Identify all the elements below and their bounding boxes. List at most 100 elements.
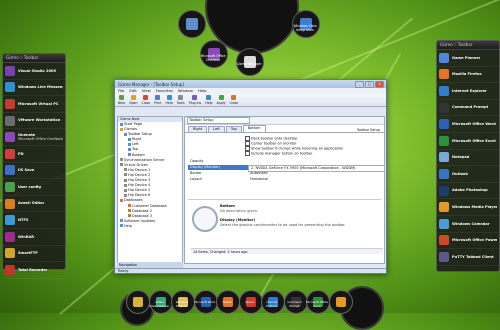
left-dock-item[interactable]: SmartFTP	[3, 246, 65, 263]
toolbar-button[interactable]: Undo	[230, 95, 238, 105]
right-dock-item[interactable]: Microsoft Office Excel	[437, 133, 499, 150]
left-dock-item[interactable]: Microsoft Virtual PC	[3, 96, 65, 113]
toolbar-button[interactable]: New	[118, 95, 125, 105]
bottom-dock-button[interactable]	[328, 290, 353, 314]
tree-node-label: Databases	[124, 198, 143, 203]
minimize-button[interactable]: _	[355, 81, 364, 88]
right-dock-item-title: Windows Calendar	[452, 221, 490, 226]
left-dock-item[interactable]: PD	[3, 146, 65, 163]
tree-node-icon	[128, 204, 131, 207]
toolbar-icon	[118, 95, 124, 100]
right-dock-item[interactable]: Microsoft Office Word 2007	[437, 116, 499, 133]
property-row[interactable]: Opacity	[188, 159, 381, 164]
toolbar-button[interactable]: Plug-ins	[189, 95, 201, 105]
virtual-pc-icon	[5, 98, 15, 109]
right-dock-item[interactable]: Mozilla Firefox	[437, 67, 499, 84]
left-dock-item[interactable]: Windows Live Messenger	[3, 80, 65, 97]
tree-node-icon	[128, 137, 131, 141]
toolbar-button[interactable]: Apply	[217, 95, 226, 105]
property-row[interactable]: Layout Horizontal	[188, 177, 381, 182]
tab-left[interactable]: Left	[208, 126, 225, 132]
left-dock-item[interactable]: Visual Studio 2005	[3, 63, 65, 80]
toolbar-button[interactable]: Open	[129, 95, 137, 105]
toolbar-icon	[218, 95, 224, 100]
toolbar-button[interactable]: Help	[205, 95, 213, 105]
tree-node[interactable]: Help	[118, 224, 182, 229]
left-dock-item[interactable]: WinRAR	[3, 229, 65, 246]
left-dock-item[interactable]: NTFS	[3, 212, 65, 229]
toolbar-button[interactable]: Help	[166, 95, 173, 105]
right-dock-item-title: Microsoft Office PowerPoint	[452, 238, 497, 243]
property-value[interactable]: Automatic	[248, 171, 383, 176]
property-value[interactable]: Horizontal	[248, 177, 383, 182]
monitor-illustration-icon	[192, 206, 218, 232]
option-checkbox[interactable]: Include manager button on toolbar	[245, 151, 312, 156]
left-dock-item-title: PD	[18, 151, 24, 156]
tree-node-icon	[124, 173, 127, 177]
right-dock-item[interactable]: Notepad	[437, 150, 499, 167]
bottom-dock-button[interactable]	[126, 290, 150, 314]
close-button[interactable]: ×	[375, 81, 384, 88]
menu-item[interactable]: Help	[198, 88, 207, 94]
menu-item[interactable]: File	[118, 88, 124, 94]
right-toolbar-dock: Gizmo :: Toolbar Game Planner Mozilla Fir…	[436, 40, 500, 272]
right-dock-item[interactable]: Microsoft Office PowerPoint	[437, 233, 499, 250]
right-dock-item[interactable]: Adobe Photoshop	[437, 183, 499, 200]
right-dock-item[interactable]: Game Planner	[437, 50, 499, 67]
left-dock-item[interactable]: Onenote Microsoft Office OneNote	[3, 129, 65, 146]
menu-item[interactable]: Edit	[129, 88, 136, 94]
window-titlebar[interactable]: Gizmo Manager - [Toolbar Setup] _ □ ×	[115, 80, 386, 88]
onenote-icon	[5, 132, 15, 143]
tree-node-icon	[128, 209, 131, 213]
tree-node-icon	[124, 168, 127, 172]
right-dock-item[interactable]: Command Prompt	[437, 100, 499, 117]
toolbar-button-label: Print	[154, 101, 162, 105]
toolbar-button[interactable]: Tools	[177, 95, 185, 105]
right-dock-item[interactable]: PuTTY Tabbed Client	[437, 249, 499, 266]
bottom-dock-label: Windows Explorer	[175, 300, 189, 308]
address-bar: Toolbar Setup	[185, 117, 384, 125]
right-dock-item[interactable]: Internet Explorer	[437, 83, 499, 100]
navigation-tree: Start Page Gizmos Toolbar Setup Right Left To…	[118, 122, 182, 229]
tree-node-label: Right	[132, 137, 142, 142]
toolbar-button[interactable]: Close	[141, 95, 150, 105]
tab-right[interactable]: Right	[188, 126, 208, 132]
right-dock-item-title: Microsoft Office Word 2007	[452, 122, 497, 127]
left-dock-item[interactable]: Total Recorder	[3, 262, 65, 279]
toolbar-button-label: Tools	[176, 101, 185, 105]
property-name: Display (Monitor)	[188, 165, 248, 170]
left-dock-item-label: IIS Save	[18, 168, 34, 172]
left-dock-item-title: VMware Workstation	[18, 118, 61, 123]
left-dock-item-title: IIS Save	[18, 168, 35, 173]
tab-top[interactable]: Top	[225, 126, 242, 132]
left-dock-item[interactable]: Avast! Editor	[3, 196, 65, 213]
menu-item[interactable]: View	[142, 88, 151, 94]
left-dock-item-title: SmartFTP	[18, 251, 38, 256]
right-dock-item[interactable]: Outlook	[437, 166, 499, 183]
left-dock-item-title: Total Recorder	[18, 267, 48, 272]
right-dock-item[interactable]: Windows Media Player	[437, 199, 499, 216]
left-dock-item-title: NTFS	[18, 218, 29, 223]
tree-node-label: Database 3	[132, 213, 153, 218]
checkbox-box[interactable]	[245, 151, 250, 156]
right-dock-item-title: Microsoft Office Excel	[452, 138, 496, 143]
right-dock-item-title: Game Planner	[452, 55, 481, 60]
property-row[interactable]: Border Automatic	[188, 171, 381, 176]
menu-item[interactable]: Favorites	[156, 88, 173, 94]
address-field[interactable]: Toolbar Setup	[187, 117, 250, 124]
tab-bottom[interactable]: Bottom	[242, 125, 266, 132]
left-dock-item[interactable]: VMware Workstation	[3, 113, 65, 130]
game-planner-icon	[439, 52, 449, 63]
left-dock-item[interactable]: User config	[3, 179, 65, 196]
maximize-button[interactable]: □	[365, 81, 374, 88]
tree-node-icon	[120, 122, 123, 126]
right-dock-item[interactable]: Windows Calendar	[437, 216, 499, 233]
status-bar: Ready	[115, 268, 386, 273]
toolbar-icon	[155, 95, 161, 100]
toolbar-button[interactable]: Print	[154, 95, 162, 105]
property-row[interactable]: Display (Monitor) 2. NVIDIA GeForce FX 59…	[188, 165, 385, 172]
menu-item[interactable]: Window	[178, 88, 193, 94]
left-dock-item[interactable]: IIS Save	[3, 163, 65, 180]
top-ring-button[interactable]	[178, 10, 206, 38]
property-grid: Dock toolbar onto desktop Center toolbar …	[185, 133, 385, 201]
